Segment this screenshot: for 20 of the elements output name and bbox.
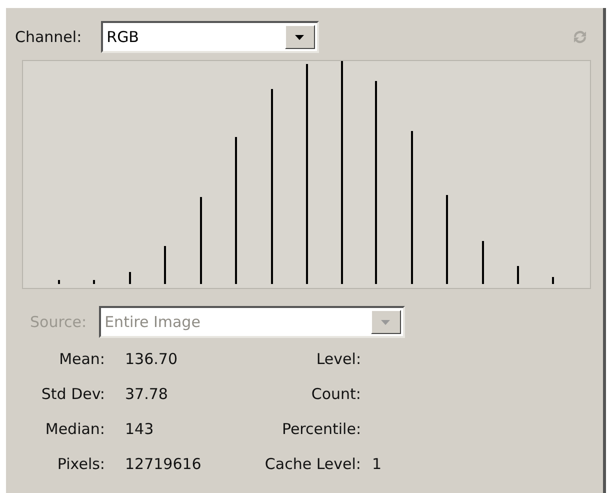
- statistic-value: 37.78: [124, 385, 168, 403]
- statistic-label: Count:: [310, 384, 361, 405]
- statistic-value: 136.70: [124, 350, 178, 368]
- channel-dropdown[interactable]: RGB: [100, 21, 319, 53]
- dropdown-caret-icon: [295, 34, 304, 40]
- statistic-label: Mean:: [58, 349, 105, 370]
- source-dropdown: Entire Image: [98, 306, 405, 338]
- statistic-label: Pixels:: [56, 454, 105, 475]
- statistic-value: 1: [371, 455, 382, 473]
- dropdown-caret-icon: [381, 320, 390, 324]
- statistic-label: Percentile:: [280, 419, 361, 440]
- statistic-label: Level:: [315, 349, 361, 370]
- statistic-value: 143: [124, 420, 154, 438]
- statistic-label: Cache Level:: [264, 454, 361, 475]
- source-label: Source:: [30, 313, 87, 331]
- statistic-value: 12719616: [124, 455, 202, 473]
- statistic-label: Std Dev:: [40, 384, 105, 405]
- statistic-label: Median:: [44, 419, 105, 440]
- refresh-icon[interactable]: [571, 28, 589, 46]
- channel-label: Channel:: [15, 28, 82, 46]
